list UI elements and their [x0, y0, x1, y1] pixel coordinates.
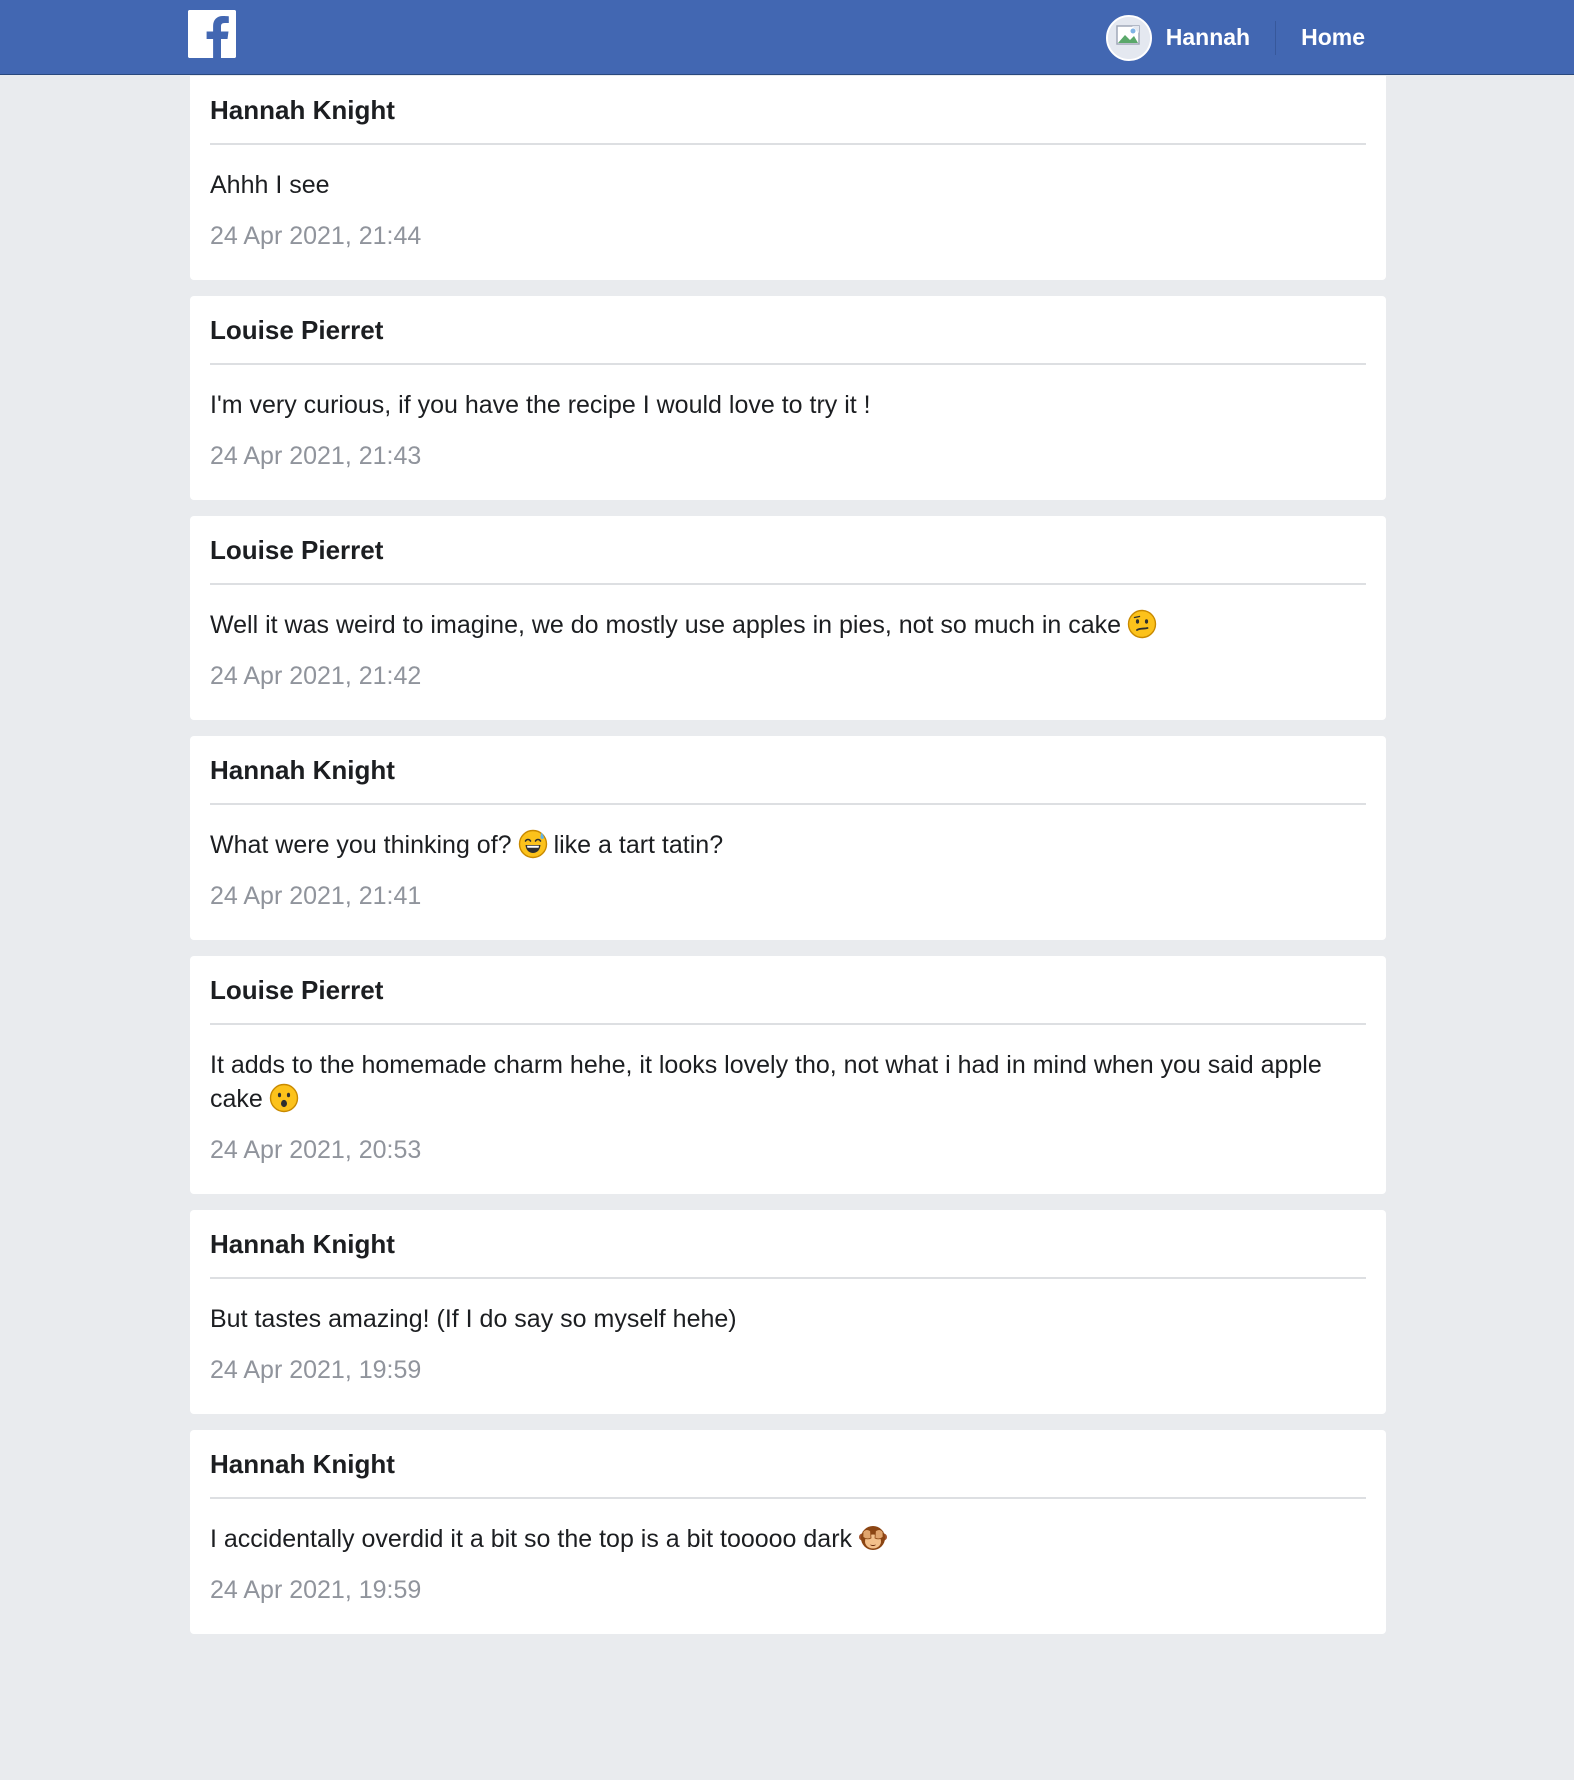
- message-body: Well it was weird to imagine, we do most…: [210, 611, 1122, 639]
- message-author[interactable]: Hannah Knight: [210, 1210, 1366, 1268]
- message-body-start: What were you thinking of?: [210, 831, 512, 859]
- message-timestamp: 24 Apr 2021, 20:53: [210, 1136, 422, 1164]
- message-card: Louise Pierret I'm very curious, if you …: [190, 296, 1386, 500]
- message-body: But tastes amazing! (If I do say so myse…: [210, 1305, 737, 1333]
- message-card: Louise Pierret It adds to the homemade c…: [190, 956, 1386, 1194]
- message-text: I accidentally overdid it a bit so the t…: [210, 1499, 1366, 1556]
- message-text: Ahhh I see: [210, 145, 1366, 202]
- message-body: Ahhh I see: [210, 171, 330, 199]
- profile-link[interactable]: Hannah: [1166, 24, 1250, 51]
- message-feed: Hannah Knight Ahhh I see 24 Apr 2021, 21…: [190, 76, 1386, 1650]
- facebook-logo-icon[interactable]: [188, 10, 236, 58]
- message-timestamp: 24 Apr 2021, 19:59: [210, 1576, 422, 1604]
- message-author[interactable]: Hannah Knight: [210, 76, 1366, 134]
- message-body: It adds to the homemade charm hehe, it l…: [210, 1051, 1322, 1113]
- top-navigation-bar: Hannah Home: [0, 0, 1574, 75]
- message-timestamp: 24 Apr 2021, 19:59: [210, 1356, 422, 1384]
- message-author[interactable]: Louise Pierret: [210, 956, 1366, 1014]
- home-link[interactable]: Home: [1301, 24, 1365, 51]
- message-body: I'm very curious, if you have the recipe…: [210, 391, 871, 419]
- see-no-evil-monkey-emoji-icon: [858, 1523, 888, 1553]
- hushed-face-emoji-icon: [269, 1083, 299, 1113]
- message-card: Hannah Knight Ahhh I see 24 Apr 2021, 21…: [190, 76, 1386, 280]
- message-text: What were you thinking of? like a tart t…: [210, 805, 1366, 862]
- message-card: Hannah Knight But tastes amazing! (If I …: [190, 1210, 1386, 1414]
- broken-image-avatar-icon[interactable]: [1105, 14, 1152, 61]
- nav-divider: [1275, 20, 1277, 55]
- message-author[interactable]: Hannah Knight: [210, 736, 1366, 794]
- message-timestamp: 24 Apr 2021, 21:42: [210, 662, 422, 690]
- message-card: Hannah Knight I accidentally overdid it …: [190, 1430, 1386, 1634]
- message-body: I accidentally overdid it a bit so the t…: [210, 1525, 853, 1553]
- confused-face-emoji-icon: [1127, 609, 1157, 639]
- message-text: I'm very curious, if you have the recipe…: [210, 365, 1366, 422]
- message-timestamp: 24 Apr 2021, 21:41: [210, 882, 422, 910]
- message-timestamp: 24 Apr 2021, 21:44: [210, 222, 422, 250]
- message-author[interactable]: Louise Pierret: [210, 296, 1366, 354]
- grinning-sweat-emoji-icon: [518, 829, 548, 859]
- message-text: Well it was weird to imagine, we do most…: [210, 585, 1366, 642]
- message-card: Hannah Knight What were you thinking of?…: [190, 736, 1386, 940]
- message-author[interactable]: Hannah Knight: [210, 1430, 1366, 1488]
- message-text: It adds to the homemade charm hehe, it l…: [210, 1025, 1366, 1116]
- message-card: Louise Pierret Well it was weird to imag…: [190, 516, 1386, 720]
- message-body-end: like a tart tatin?: [553, 831, 724, 859]
- message-timestamp: 24 Apr 2021, 21:43: [210, 442, 422, 470]
- message-author[interactable]: Louise Pierret: [210, 516, 1366, 574]
- nav-right-group: Hannah Home: [1105, 0, 1365, 75]
- message-text: But tastes amazing! (If I do say so myse…: [210, 1279, 1366, 1336]
